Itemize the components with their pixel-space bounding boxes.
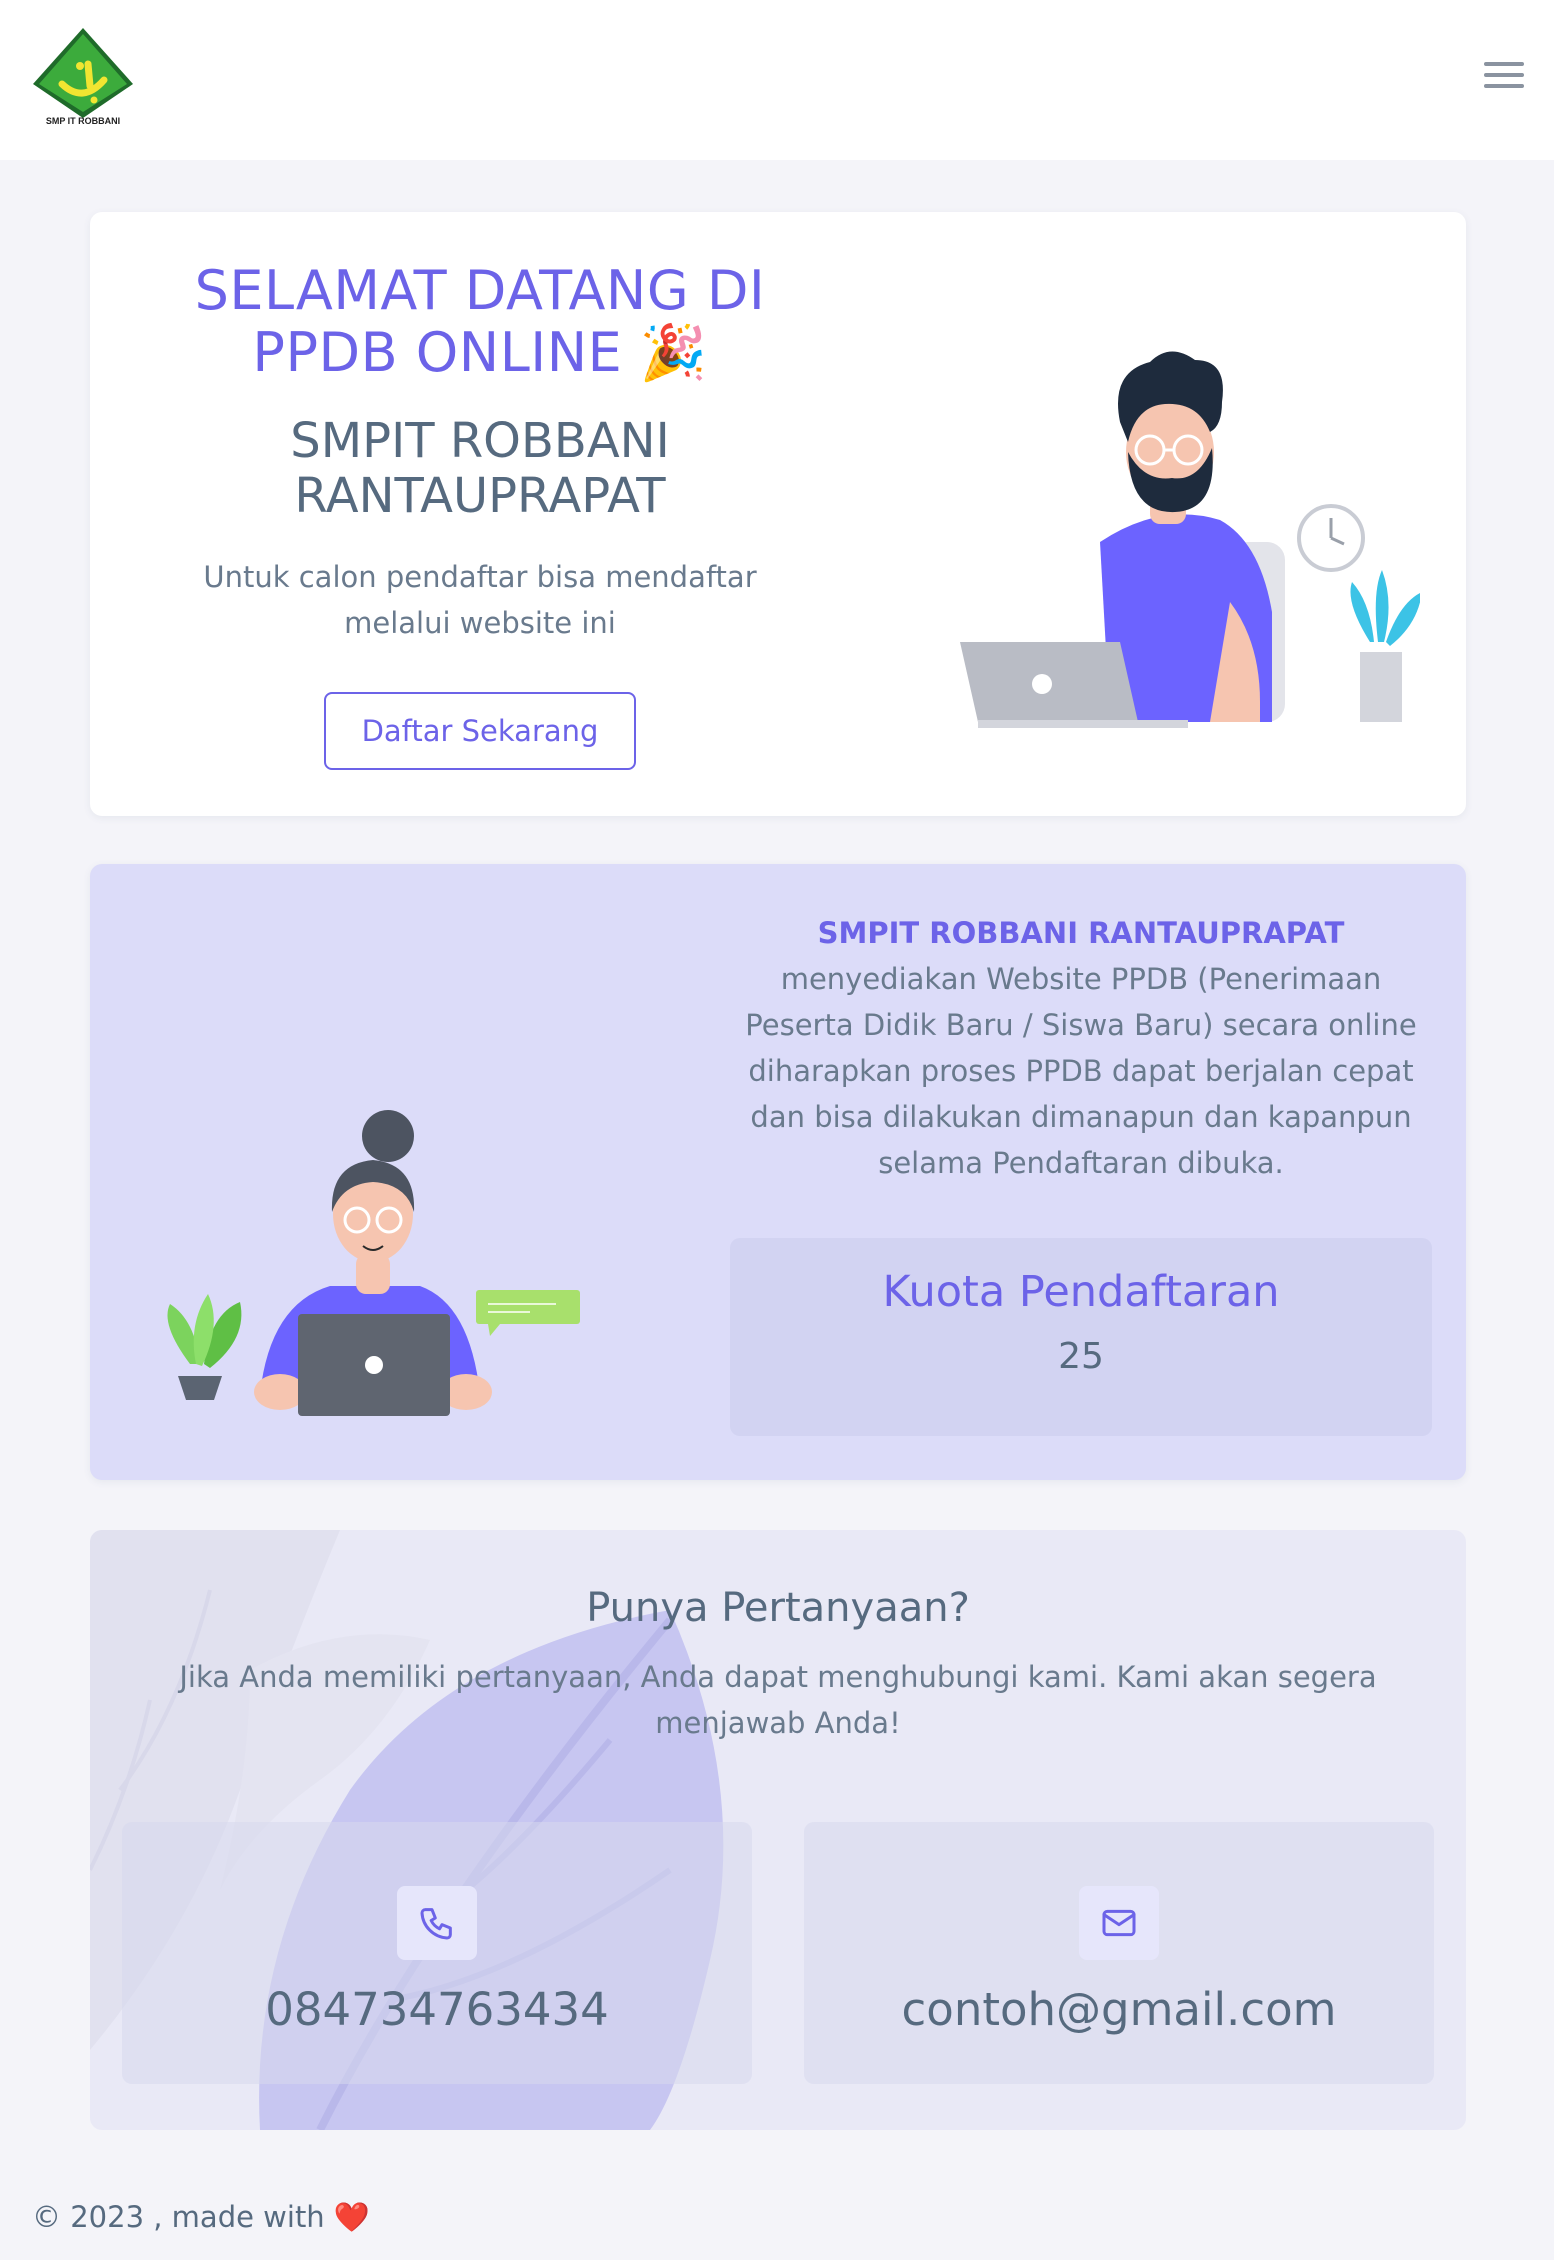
contact-description: Jika Anda memiliki pertanyaan, Anda dapa…: [179, 1660, 1377, 1740]
heart-icon: ❤️: [333, 2200, 371, 2234]
man-with-laptop-illustration: [960, 351, 1420, 728]
logo-text: SMP IT ROBBANI: [45, 116, 121, 126]
info-text: menyediakan Website PPDB (Penerimaan Pes…: [745, 962, 1417, 1180]
footer-text: © 2023 , made with: [32, 2200, 325, 2234]
hero-content: SELAMAT DATANG DI PPDB ONLINE 🎉 SMPIT RO…: [150, 260, 810, 770]
hero-description: Untuk calon pendaftar bisa mendaftar mel…: [203, 560, 757, 640]
footer: © 2023 , made with ❤️: [32, 2200, 370, 2235]
quota-box: Kuota Pendaftaran 25: [730, 1238, 1432, 1436]
phone-contact-box[interactable]: 084734763434: [122, 1822, 752, 2084]
hamburger-menu-icon[interactable]: [1484, 62, 1524, 96]
contact-title: Punya Pertanyaan?: [586, 1585, 970, 1631]
mail-icon: [1079, 1886, 1159, 1960]
school-logo[interactable]: SMP IT ROBBANI: [28, 26, 138, 130]
quota-title: Kuota Pendaftaran: [882, 1267, 1280, 1317]
email-contact-box[interactable]: contoh@gmail.com: [804, 1822, 1434, 2084]
info-card: SMPIT ROBBANI RANTAUPRAPAT menyediakan W…: [90, 864, 1466, 1480]
quota-value: 25: [1058, 1336, 1104, 1377]
phone-number[interactable]: 084734763434: [122, 1982, 752, 2038]
navbar: SMP IT ROBBANI: [0, 0, 1554, 160]
info-description: SMPIT ROBBANI RANTAUPRAPAT menyediakan W…: [730, 910, 1432, 1186]
info-content: SMPIT ROBBANI RANTAUPRAPAT menyediakan W…: [730, 910, 1432, 1436]
register-now-button[interactable]: Daftar Sekarang: [324, 692, 636, 770]
phone-icon: [397, 1886, 477, 1960]
woman-with-laptop-illustration: [167, 1110, 580, 1416]
school-highlight: SMPIT ROBBANI RANTAUPRAPAT: [817, 916, 1345, 950]
hero-card: SELAMAT DATANG DI PPDB ONLINE 🎉 SMPIT RO…: [90, 212, 1466, 816]
school-name: SMPIT ROBBANI RANTAUPRAPAT: [290, 413, 670, 524]
welcome-title: SELAMAT DATANG DI PPDB ONLINE 🎉: [194, 259, 766, 384]
contact-card: Punya Pertanyaan? Jika Anda memiliki per…: [90, 1530, 1466, 2130]
email-address[interactable]: contoh@gmail.com: [804, 1982, 1434, 2038]
contact-content: Punya Pertanyaan? Jika Anda memiliki per…: [90, 1584, 1466, 1746]
logo-emblem-icon: [33, 28, 133, 118]
